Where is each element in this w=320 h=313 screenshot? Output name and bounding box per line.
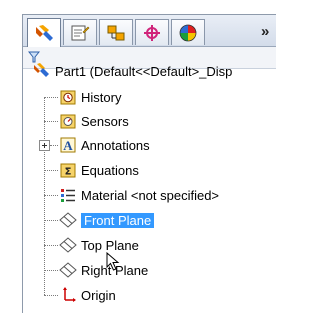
- more-tabs-chevron[interactable]: »: [261, 23, 269, 40]
- tree-item-label: Annotations: [81, 137, 150, 153]
- tree-connector: [44, 121, 58, 122]
- plane-icon: [59, 211, 77, 229]
- configuration-manager-icon: [107, 25, 125, 40]
- tab-dimxpert-manager[interactable]: [135, 19, 169, 45]
- tree-item-front-plane[interactable]: Front Plane: [59, 210, 155, 230]
- tree-item-top-plane[interactable]: Top Plane: [59, 235, 139, 255]
- property-manager-icon: [71, 25, 90, 40]
- tree-item-annotations[interactable]: A Annotations: [59, 135, 150, 155]
- material-icon: [59, 186, 77, 204]
- svg-text:Σ: Σ: [65, 167, 72, 178]
- tree-item-label: Origin: [81, 287, 116, 303]
- history-icon: [59, 88, 77, 106]
- tree-connector: [50, 145, 58, 146]
- tree-connector: [44, 220, 58, 221]
- tree-connector: [44, 97, 58, 98]
- tree-item-label: Equations: [81, 162, 139, 178]
- tree-connector: [44, 295, 58, 296]
- tree-item-material[interactable]: Material <not specified>: [59, 185, 219, 205]
- tree-item-equations[interactable]: Σ Equations: [59, 160, 139, 180]
- tree-root-label: Part1 (Default<<Default>_Disp: [55, 63, 233, 79]
- tree-connector: [44, 97, 45, 295]
- tree-item-label-selected: Front Plane: [81, 212, 155, 228]
- tree-connector: [44, 170, 58, 171]
- sensors-icon: [59, 112, 77, 130]
- tab-configuration-manager[interactable]: [99, 19, 133, 45]
- display-manager-icon: [179, 24, 197, 41]
- tree-connector: [44, 270, 58, 271]
- mouse-pointer-icon: [106, 252, 120, 271]
- svg-text:A: A: [63, 138, 73, 153]
- annotations-icon: A: [59, 136, 77, 154]
- tree-item-label: Sensors: [81, 113, 129, 129]
- tree-item-sensors[interactable]: Sensors: [59, 111, 129, 131]
- origin-icon: [59, 286, 77, 304]
- tree-item-label: Top Plane: [81, 237, 139, 253]
- equations-icon: Σ: [59, 161, 77, 179]
- feature-manager-panel: » Part1 (Default<<Default>_Disp History …: [22, 14, 276, 313]
- plane-icon: [59, 236, 77, 254]
- manager-tab-bar: »: [23, 15, 276, 47]
- tab-display-manager[interactable]: [171, 19, 205, 45]
- tree-item-right-plane[interactable]: Right Plane: [59, 260, 148, 280]
- tree-root-part[interactable]: Part1 (Default<<Default>_Disp: [33, 61, 232, 81]
- tree-connector: [44, 195, 58, 196]
- tree-item-label: Material <not specified>: [81, 187, 220, 203]
- plane-icon: [59, 261, 77, 279]
- expand-annotations-button[interactable]: [39, 140, 50, 151]
- dimxpert-manager-icon: [144, 24, 160, 41]
- tree-connector: [44, 245, 58, 246]
- tab-feature-manager[interactable]: [27, 18, 61, 47]
- tree-item-label: History: [81, 89, 122, 105]
- part-icon: [33, 62, 51, 80]
- tab-property-manager[interactable]: [63, 19, 97, 45]
- tree-item-history[interactable]: History: [59, 87, 121, 107]
- feature-manager-icon: [36, 25, 53, 41]
- tree-item-origin[interactable]: Origin: [59, 285, 116, 305]
